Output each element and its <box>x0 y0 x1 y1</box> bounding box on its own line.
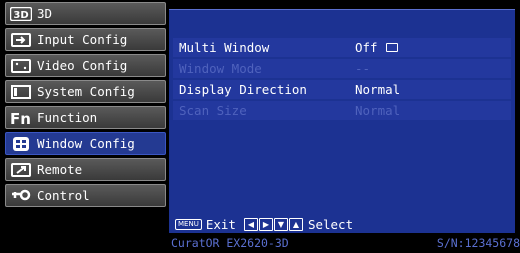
key-hint-bar: MENU Exit ◀ ▶ ▼ ▲ Select <box>175 217 353 232</box>
3d-icon: 3D <box>10 6 32 22</box>
sidebar-item-3d[interactable]: 3D 3D <box>5 2 166 25</box>
sidebar-item-control[interactable]: Control <box>5 184 166 207</box>
setting-value: Normal <box>355 103 401 118</box>
left-arrow-icon: ◀ <box>243 218 258 231</box>
sidebar: 3D 3D Input Config Video Config System C… <box>5 2 166 210</box>
control-icon <box>10 188 32 204</box>
window-off-icon <box>385 43 398 52</box>
sidebar-item-video-config[interactable]: Video Config <box>5 54 166 77</box>
video-icon <box>10 58 32 74</box>
setting-name: Display Direction <box>179 82 307 97</box>
system-icon <box>10 84 32 100</box>
setting-value: Normal <box>355 82 401 97</box>
window-icon <box>10 136 32 152</box>
setting-row-multi-window[interactable]: Multi Window Off <box>173 38 511 57</box>
remote-icon <box>10 162 32 178</box>
sidebar-item-label: Remote <box>37 162 83 177</box>
select-label: Select <box>307 217 354 232</box>
menu-key-icon: MENU <box>175 219 202 230</box>
model-name: CuratOR EX2620-3D <box>171 236 289 250</box>
setting-value: Off <box>355 40 398 55</box>
setting-row-window-mode: Window Mode -- <box>173 59 511 78</box>
setting-name: Scan Size <box>179 103 247 118</box>
svg-text:3D: 3D <box>13 10 28 21</box>
sidebar-item-input-config[interactable]: Input Config <box>5 28 166 51</box>
setting-row-scan-size: Scan Size Normal <box>173 101 511 120</box>
sidebar-item-function[interactable]: Fn Function <box>5 106 166 129</box>
up-arrow-icon: ▲ <box>288 218 303 231</box>
svg-text:Fn: Fn <box>10 111 31 125</box>
sidebar-item-system-config[interactable]: System Config <box>5 80 166 103</box>
sidebar-item-label: Control <box>37 188 90 203</box>
down-arrow-icon: ▼ <box>273 218 288 231</box>
sidebar-item-label: Input Config <box>37 32 128 47</box>
sidebar-item-label: System Config <box>37 84 135 99</box>
function-icon: Fn <box>10 110 32 126</box>
setting-value-text: Off <box>355 40 378 55</box>
exit-label: Exit <box>205 217 236 232</box>
sidebar-item-label: Video Config <box>37 58 128 73</box>
sidebar-item-label: Function <box>37 110 98 125</box>
right-arrow-icon: ▶ <box>258 218 273 231</box>
setting-row-display-direction[interactable]: Display Direction Normal <box>173 80 511 99</box>
sidebar-item-label: 3D <box>37 6 53 21</box>
serial-number: S/N:12345678 <box>436 236 520 250</box>
settings-list: Multi Window Off Window Mode -- Display … <box>173 38 511 122</box>
setting-name: Multi Window <box>179 40 270 55</box>
setting-name: Window Mode <box>179 61 262 76</box>
sidebar-item-label: Window Config <box>37 136 135 151</box>
window-config-panel: Multi Window Off Window Mode -- Display … <box>169 9 515 233</box>
osd-menu: 3D 3D Input Config Video Config System C… <box>0 0 520 253</box>
sidebar-item-remote[interactable]: Remote <box>5 158 166 181</box>
sidebar-item-window-config[interactable]: Window Config <box>5 132 166 155</box>
setting-value: -- <box>355 61 371 76</box>
footer: CuratOR EX2620-3D S/N:12345678 <box>0 236 520 252</box>
input-icon <box>10 32 32 48</box>
